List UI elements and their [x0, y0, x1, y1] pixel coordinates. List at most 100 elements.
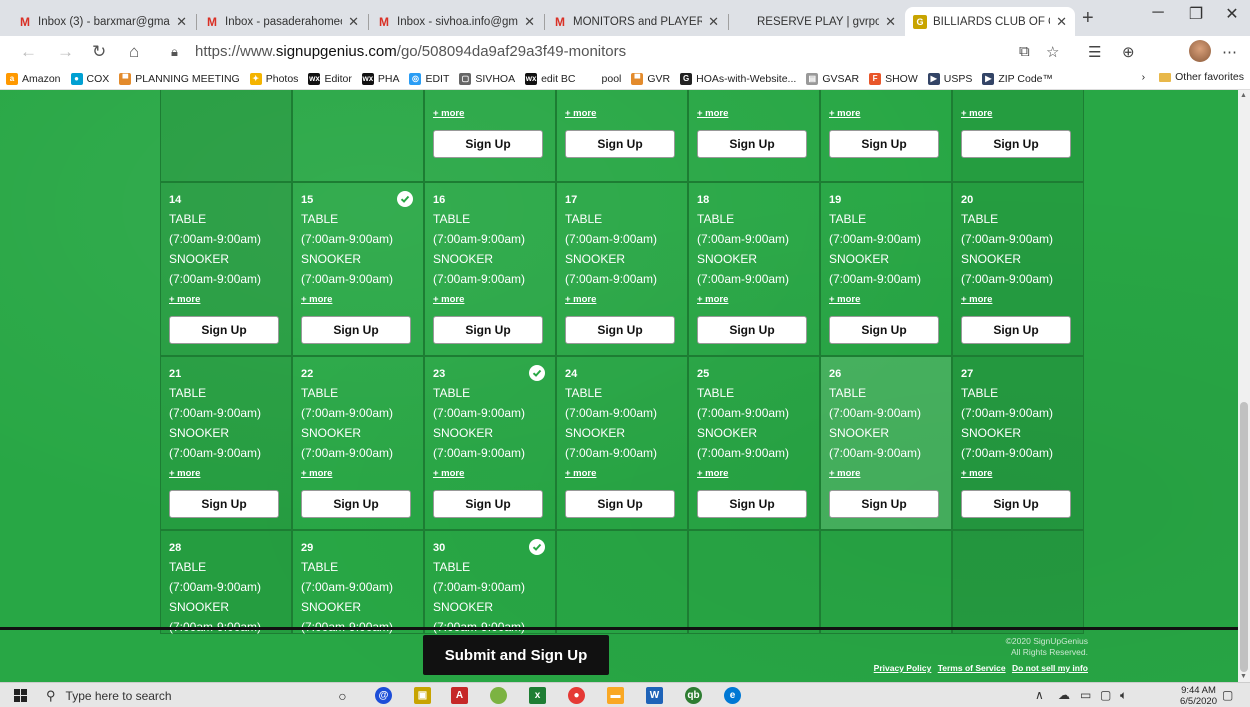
- close-icon[interactable]: ✕: [524, 14, 535, 30]
- window-close-button[interactable]: ✕: [1212, 4, 1250, 24]
- cortana-icon[interactable]: ○: [334, 687, 351, 704]
- signup-button[interactable]: Sign Up: [697, 130, 807, 158]
- signup-button[interactable]: Sign Up: [565, 316, 675, 344]
- excel-icon[interactable]: x: [529, 687, 546, 704]
- tab-reserve-play[interactable]: RESERVE PLAY | gvrpool ✕: [729, 7, 904, 36]
- signup-button[interactable]: Sign Up: [697, 316, 807, 344]
- bookmark-item[interactable]: ◎ EDIT: [409, 72, 449, 85]
- more-menu-icon[interactable]: ⋯: [1222, 43, 1237, 61]
- more-link[interactable]: + more: [961, 106, 992, 122]
- other-favorites[interactable]: › Other favorites: [1142, 71, 1244, 83]
- bookmark-item[interactable]: wx Editor: [308, 72, 352, 85]
- maximize-button[interactable]: ❐: [1176, 4, 1216, 24]
- bookmark-item[interactable]: ▢ SIVHOA: [459, 72, 515, 85]
- favorites-list-icon[interactable]: ☰: [1088, 43, 1101, 61]
- word-icon[interactable]: W: [646, 687, 663, 704]
- browser-icon[interactable]: @: [375, 687, 392, 704]
- store-icon[interactable]: ▣: [414, 687, 431, 704]
- favorite-star-icon[interactable]: ☆: [1046, 43, 1059, 61]
- windows-start-icon[interactable]: [14, 689, 27, 702]
- quickbooks-icon[interactable]: qb: [685, 687, 702, 704]
- bookmark-item[interactable]: ✦ Photos: [249, 72, 298, 85]
- clock[interactable]: 9:44 AM 6/5/2020: [1180, 685, 1217, 707]
- signup-button[interactable]: Sign Up: [829, 490, 939, 518]
- taskbar-search[interactable]: ⚲ Type here to search: [46, 683, 306, 707]
- page-scrollbar[interactable]: ▲ ▼: [1238, 90, 1250, 682]
- reader-view-icon[interactable]: ⧉: [1019, 43, 1030, 60]
- bookmark-item[interactable]: ▶ USPS: [927, 72, 972, 85]
- privacy-policy-link[interactable]: Privacy Policy: [874, 663, 932, 673]
- more-link[interactable]: + more: [697, 466, 728, 482]
- home-icon[interactable]: ⌂: [129, 42, 139, 62]
- file-explorer-icon[interactable]: ▬: [607, 687, 624, 704]
- more-link[interactable]: + more: [433, 466, 464, 482]
- minimize-button[interactable]: ─: [1138, 4, 1178, 22]
- signup-button[interactable]: Sign Up: [433, 316, 543, 344]
- forward-icon[interactable]: →: [57, 42, 74, 62]
- tab-inbox-pasadera[interactable]: M Inbox - pasaderahomeowner ✕: [197, 7, 367, 36]
- collections-icon[interactable]: ⊕: [1122, 43, 1135, 61]
- scroll-down-icon[interactable]: ▼: [1240, 673, 1247, 680]
- signup-button[interactable]: Sign Up: [697, 490, 807, 518]
- bookmark-item[interactable]: wx PHA: [361, 72, 399, 85]
- terms-link[interactable]: Terms of Service: [938, 663, 1006, 673]
- do-not-sell-link[interactable]: Do not sell my info: [1012, 663, 1088, 673]
- chrome-icon[interactable]: ●: [568, 687, 585, 704]
- more-link[interactable]: + more: [565, 466, 596, 482]
- more-link[interactable]: + more: [565, 292, 596, 308]
- close-icon[interactable]: ✕: [176, 14, 187, 30]
- url-field[interactable]: https://www.signupgenius.com/go/508094da…: [195, 43, 626, 60]
- pdf-icon[interactable]: A: [451, 687, 468, 704]
- more-link[interactable]: + more: [961, 466, 992, 482]
- signup-button[interactable]: Sign Up: [961, 490, 1071, 518]
- more-link[interactable]: + more: [433, 292, 464, 308]
- signup-button[interactable]: Sign Up: [301, 490, 411, 518]
- notifications-icon[interactable]: ▢: [1222, 688, 1233, 702]
- edge-icon[interactable]: e: [724, 687, 741, 704]
- refresh-icon[interactable]: ↻: [92, 42, 106, 62]
- more-link[interactable]: + more: [697, 292, 728, 308]
- close-icon[interactable]: ✕: [708, 14, 719, 30]
- profile-avatar[interactable]: [1189, 40, 1211, 62]
- bookmark-item[interactable]: wx edit BC: [525, 72, 576, 85]
- more-link[interactable]: + more: [169, 466, 200, 482]
- signup-button[interactable]: Sign Up: [829, 316, 939, 344]
- signup-button[interactable]: Sign Up: [433, 130, 543, 158]
- more-link[interactable]: + more: [829, 106, 860, 122]
- network-icon[interactable]: ▢: [1100, 688, 1111, 702]
- more-link[interactable]: + more: [565, 106, 596, 122]
- more-link[interactable]: + more: [301, 466, 332, 482]
- signup-button[interactable]: Sign Up: [169, 316, 279, 344]
- signup-button[interactable]: Sign Up: [961, 316, 1071, 344]
- signup-button[interactable]: Sign Up: [301, 316, 411, 344]
- tab-inbox-sivhoa[interactable]: M Inbox - sivhoa.info@gmail.cc ✕: [369, 7, 543, 36]
- bookmark-item[interactable]: F SHOW: [869, 72, 918, 85]
- more-link[interactable]: + more: [829, 292, 860, 308]
- more-link[interactable]: + more: [961, 292, 992, 308]
- scroll-up-icon[interactable]: ▲: [1240, 92, 1247, 99]
- close-icon[interactable]: ✕: [348, 14, 359, 30]
- tab-inbox-barxmar[interactable]: M Inbox (3) - barxmar@gmail.c ✕: [10, 7, 195, 36]
- tray-expand-icon[interactable]: ∧: [1035, 688, 1044, 702]
- bookmark-item[interactable]: ▀ PLANNING MEETING: [119, 72, 240, 85]
- close-icon[interactable]: ✕: [885, 14, 896, 30]
- submit-signup-button[interactable]: Submit and Sign Up: [423, 635, 609, 675]
- more-link[interactable]: + more: [829, 466, 860, 482]
- close-icon[interactable]: ✕: [1056, 14, 1067, 30]
- signup-button[interactable]: Sign Up: [829, 130, 939, 158]
- more-link[interactable]: + more: [169, 292, 200, 308]
- new-tab-button[interactable]: +: [1082, 7, 1094, 30]
- tab-monitors-players[interactable]: M MONITORS and PLAYERS SI ✕: [545, 7, 727, 36]
- back-icon[interactable]: ←: [20, 42, 37, 62]
- bookmark-item[interactable]: ● COX: [70, 72, 109, 85]
- bookmark-item[interactable]: ▀ GVR: [631, 72, 670, 85]
- more-link[interactable]: + more: [433, 106, 464, 122]
- scrollbar-thumb[interactable]: [1240, 402, 1248, 672]
- bookmark-item[interactable]: ▶ ZIP Code™: [982, 72, 1053, 85]
- bookmark-item[interactable]: ▤ GVSAR: [806, 72, 859, 85]
- signup-button[interactable]: Sign Up: [961, 130, 1071, 158]
- bookmark-item[interactable]: G HOAs-with-Website...: [680, 72, 796, 85]
- signup-button[interactable]: Sign Up: [565, 130, 675, 158]
- more-link[interactable]: + more: [697, 106, 728, 122]
- bookmark-item[interactable]: pool: [585, 72, 621, 85]
